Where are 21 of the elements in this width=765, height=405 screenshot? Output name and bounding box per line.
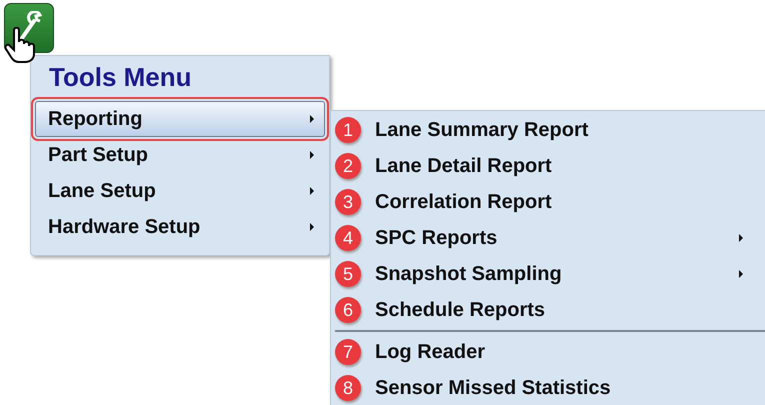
submenu-item[interactable]: Snapshot Sampling bbox=[375, 262, 562, 284]
submenu-item[interactable]: Correlation Report bbox=[375, 190, 552, 212]
submenu-item[interactable]: Schedule Reports bbox=[375, 298, 546, 320]
submenu-item[interactable]: Lane Summary Report bbox=[375, 118, 588, 140]
number-badge: 4 bbox=[335, 225, 361, 251]
number-badge: 6 bbox=[335, 297, 361, 323]
menu-item[interactable]: Part Setup bbox=[35, 137, 325, 173]
menu-item[interactable]: Hardware Setup bbox=[35, 209, 325, 245]
number-badge: 1 bbox=[335, 117, 361, 143]
number-badge: 7 bbox=[335, 339, 361, 365]
menu-title: Tools Menu bbox=[49, 62, 192, 93]
submenu-item[interactable]: Lane Detail Report bbox=[375, 154, 552, 176]
submenu-item[interactable]: SPC Reports bbox=[375, 226, 498, 248]
submenu-item[interactable]: Log Reader bbox=[375, 340, 486, 362]
number-badge: 8 bbox=[335, 375, 361, 401]
number-badge: 3 bbox=[335, 189, 361, 215]
hand-cursor-icon bbox=[4, 27, 36, 63]
number-badge: 5 bbox=[335, 261, 361, 287]
menu-item[interactable]: Lane Setup bbox=[35, 173, 325, 209]
submenu-item[interactable]: Sensor Missed Statistics bbox=[375, 376, 611, 398]
number-badge: 2 bbox=[335, 153, 361, 179]
